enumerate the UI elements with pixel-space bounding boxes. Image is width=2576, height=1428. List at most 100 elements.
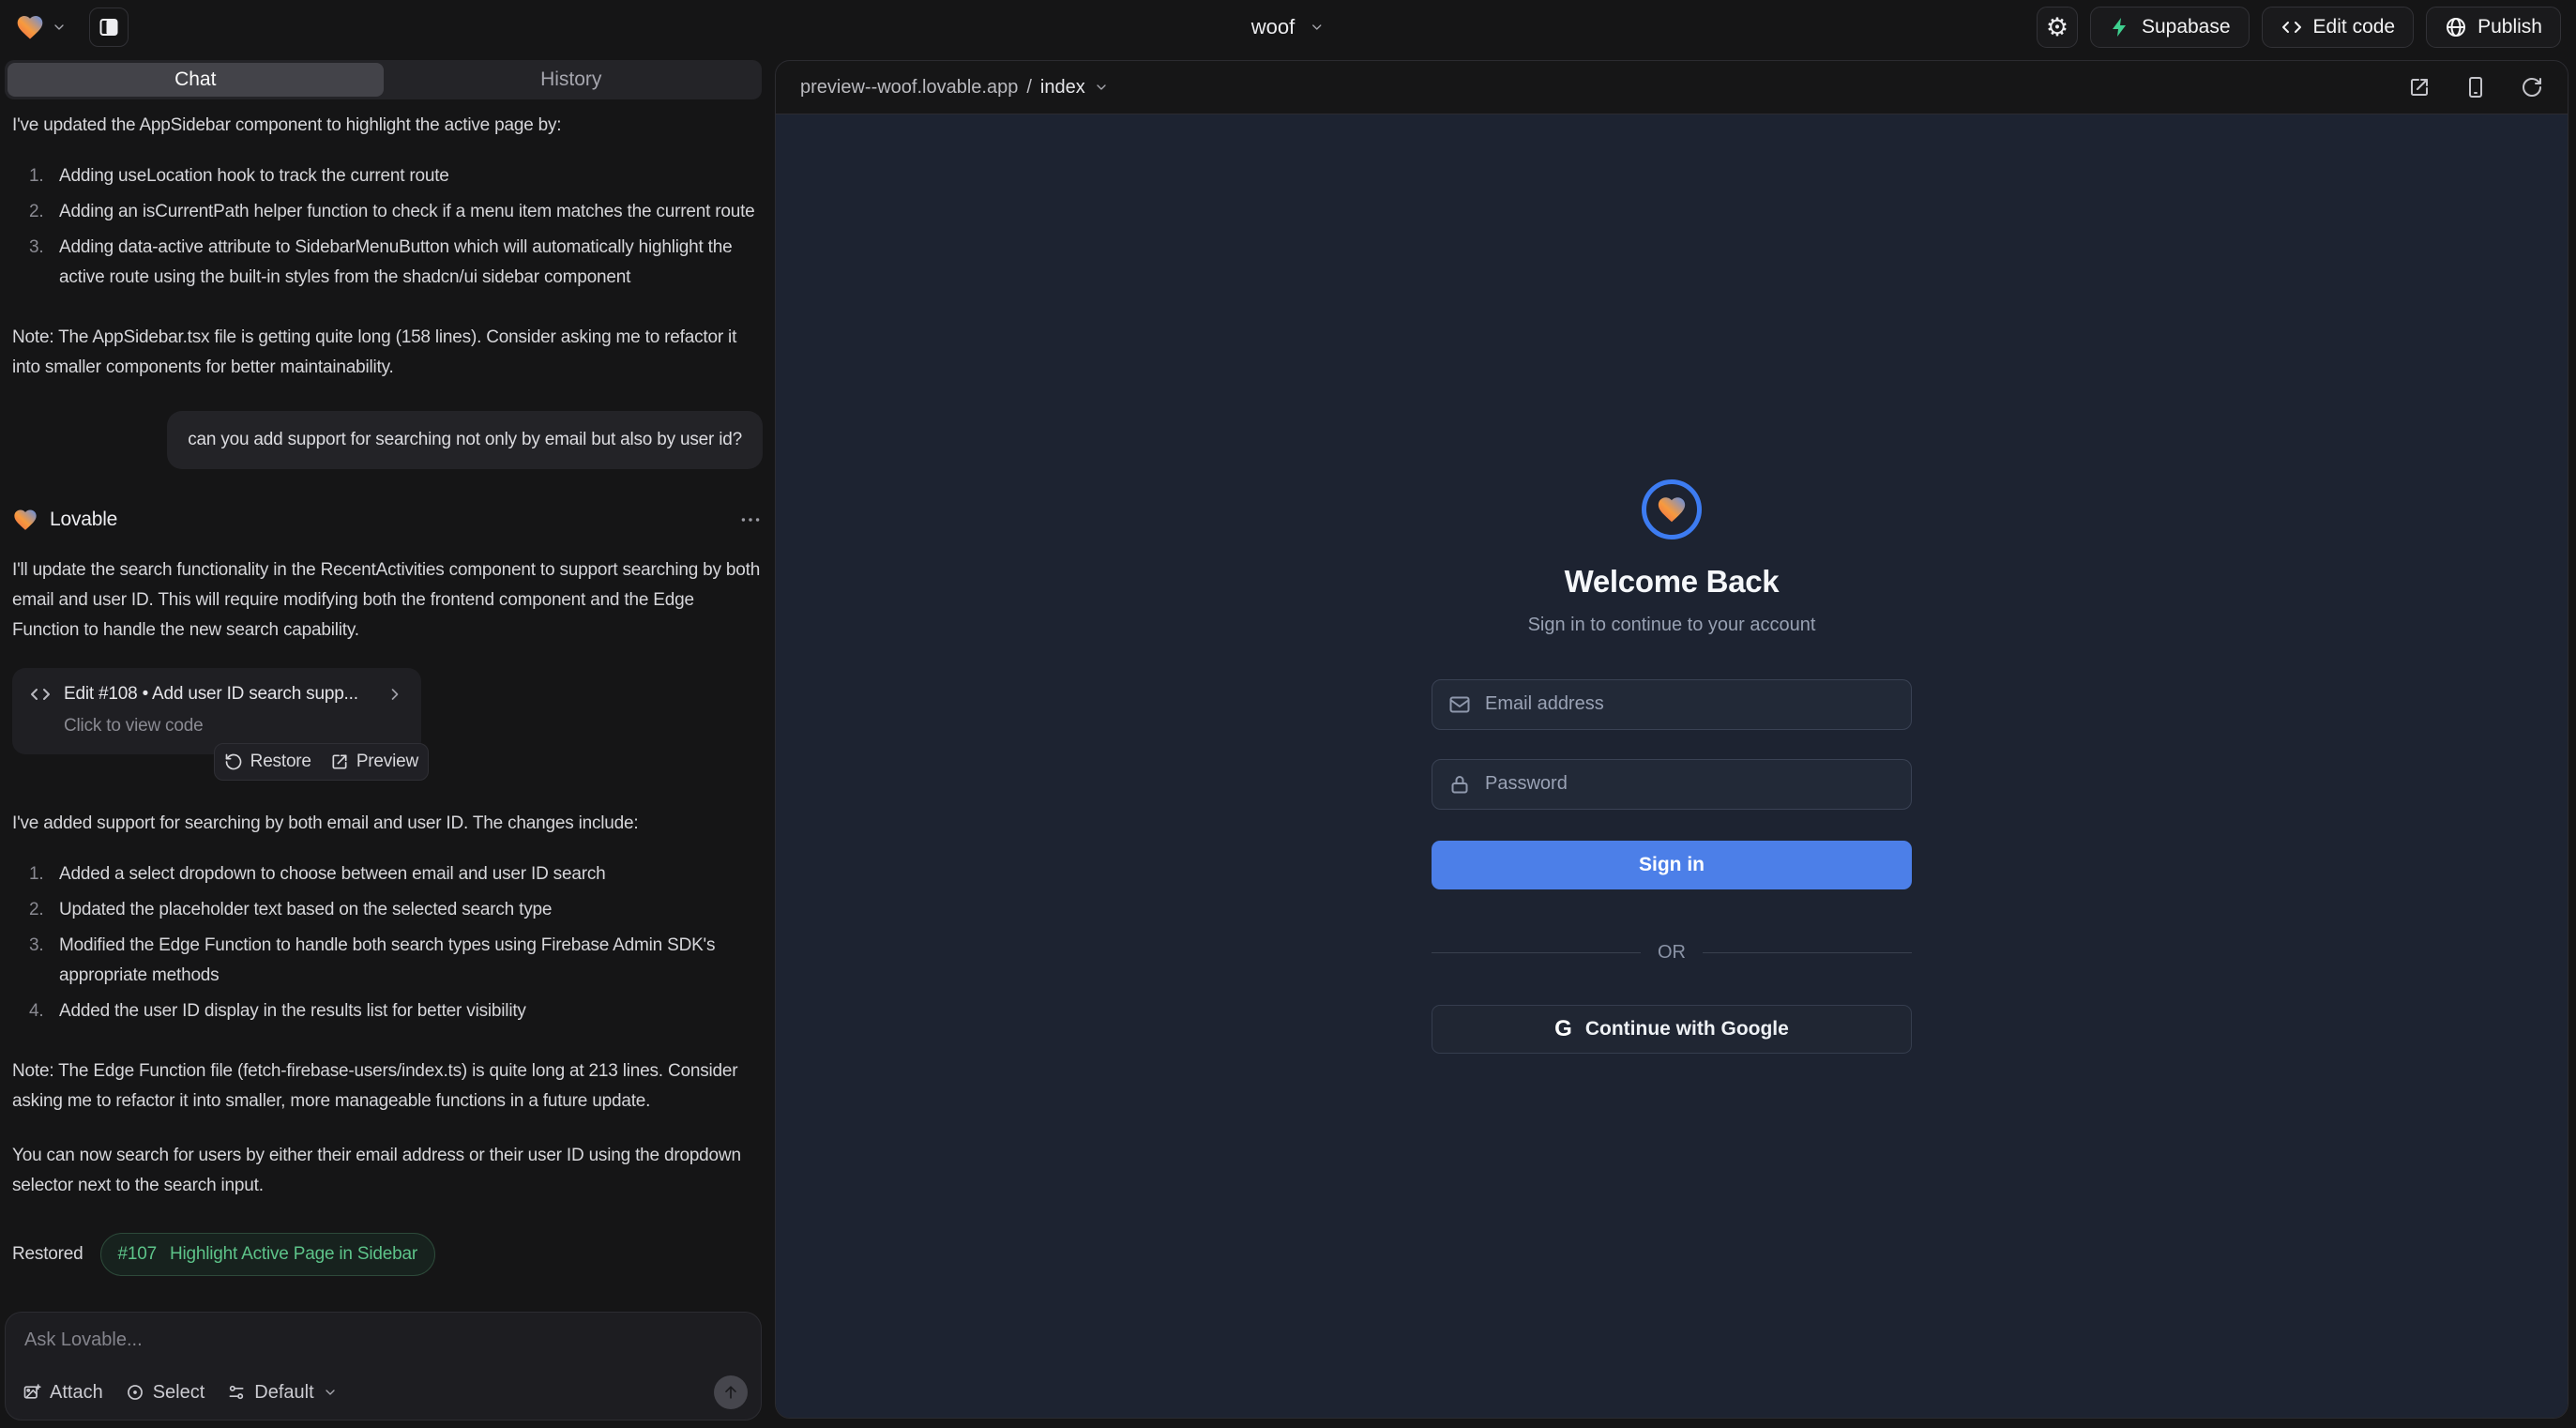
- restore-button[interactable]: Restore: [224, 747, 311, 777]
- version-number: #107: [118, 1239, 157, 1269]
- assistant-note: Note: The AppSidebar.tsx file is getting…: [12, 323, 763, 383]
- code-icon: [29, 683, 52, 706]
- send-button[interactable]: [714, 1375, 748, 1409]
- open-in-new-tab-icon[interactable]: [2408, 76, 2431, 99]
- chevron-right-icon: [386, 685, 404, 704]
- assistant-paragraph: You can now search for users by either t…: [12, 1141, 763, 1201]
- tab-chat[interactable]: Chat: [8, 63, 384, 97]
- google-label: Continue with Google: [1585, 1018, 1789, 1041]
- preview-label: Preview: [356, 747, 418, 777]
- divider-line: [1703, 952, 1912, 953]
- divider-line: [1432, 952, 1641, 953]
- chevron-down-icon: [1094, 80, 1109, 95]
- assistant-name: Lovable: [50, 505, 117, 535]
- list-item: Adding an isCurrentPath helper function …: [12, 197, 763, 227]
- list-item: Added the user ID display in the results…: [12, 996, 763, 1026]
- assistant-paragraph: I've updated the AppSidebar component to…: [12, 111, 763, 141]
- restore-icon: [224, 752, 243, 771]
- mode-label: Default: [254, 1382, 313, 1404]
- preview-panel: preview--woof.lovable.app / index We: [775, 60, 2568, 1419]
- sign-in-button[interactable]: Sign in: [1432, 841, 1912, 889]
- tab-history[interactable]: History: [384, 63, 760, 97]
- edit-card-subtitle: Click to view code: [64, 711, 404, 741]
- composer: Attach Select Default: [5, 1312, 762, 1420]
- restored-label: Restored: [12, 1239, 83, 1269]
- preview-button[interactable]: Preview: [330, 747, 418, 777]
- version-title: Highlight Active Page in Sidebar: [170, 1239, 417, 1269]
- mail-icon: [1448, 693, 1471, 716]
- select-label: Select: [153, 1382, 205, 1404]
- edit-card-actions: Restore Preview: [214, 743, 429, 781]
- select-button[interactable]: Select: [126, 1382, 205, 1404]
- preview-page: index: [1040, 77, 1085, 99]
- preview-domain: preview--woof.lovable.app: [800, 77, 1018, 99]
- edit-code-button[interactable]: Edit code: [2262, 7, 2415, 48]
- restored-row: Restored #107 Highlight Active Page in S…: [12, 1233, 763, 1276]
- refresh-icon[interactable]: [2521, 76, 2543, 99]
- restored-version-badge[interactable]: #107 Highlight Active Page in Sidebar: [100, 1233, 435, 1276]
- google-sign-in-button[interactable]: G Continue with Google: [1432, 1005, 1912, 1054]
- lovable-logo-menu[interactable]: [15, 12, 67, 42]
- chevron-down-icon[interactable]: [1310, 20, 1325, 35]
- sidebar-toggle-button[interactable]: [89, 8, 129, 47]
- list-item: Updated the placeholder text based on th…: [12, 895, 763, 925]
- assistant-header: Lovable: [12, 505, 763, 535]
- chat-input[interactable]: [24, 1329, 742, 1351]
- signin-card: Welcome Back Sign in to continue to your…: [1432, 479, 1912, 1054]
- page-title: Welcome Back: [1565, 564, 1780, 600]
- top-bar: woof ⚙ Supabase Edit code Publish: [0, 0, 2576, 54]
- model-mode-button[interactable]: Default: [227, 1382, 337, 1404]
- chat-messages: I've updated the AppSidebar component to…: [0, 105, 775, 1306]
- change-list: Adding useLocation hook to track the cur…: [12, 161, 763, 298]
- settings-button[interactable]: ⚙: [2037, 7, 2078, 48]
- assistant-note: Note: The Edge Function file (fetch-fire…: [12, 1056, 763, 1117]
- page-subtitle: Sign in to continue to your account: [1528, 615, 1816, 636]
- target-icon: [126, 1383, 144, 1402]
- preview-viewport: Welcome Back Sign in to continue to your…: [776, 114, 2568, 1418]
- or-divider: OR: [1432, 942, 1912, 964]
- chevron-down-icon: [323, 1385, 338, 1400]
- sliders-icon: [227, 1383, 246, 1402]
- external-link-icon: [330, 752, 349, 771]
- mobile-view-icon[interactable]: [2464, 76, 2487, 99]
- image-plus-icon: [23, 1383, 41, 1402]
- preview-header: preview--woof.lovable.app / index: [776, 61, 2568, 114]
- path-separator: /: [1026, 77, 1032, 99]
- lovable-heart-icon: [12, 507, 38, 533]
- email-field[interactable]: Email address: [1432, 679, 1912, 730]
- attach-button[interactable]: Attach: [23, 1382, 103, 1404]
- edit-code-label: Edit code: [2313, 16, 2396, 38]
- password-field[interactable]: Password: [1432, 759, 1912, 810]
- assistant-paragraph: I'll update the search functionality in …: [12, 555, 763, 646]
- google-icon: G: [1554, 1016, 1572, 1042]
- panel-icon: [98, 16, 120, 38]
- password-placeholder: Password: [1485, 773, 1568, 795]
- edit-version-card[interactable]: Edit #108 • Add user ID search supp... C…: [12, 668, 421, 754]
- attach-label: Attach: [50, 1382, 103, 1404]
- chevron-down-icon: [52, 20, 67, 35]
- chat-history-tabs: Chat History: [5, 60, 762, 99]
- user-message-bubble: can you add support for searching not on…: [167, 411, 763, 469]
- gear-icon: ⚙: [2046, 15, 2068, 40]
- list-item: Adding useLocation hook to track the cur…: [12, 161, 763, 191]
- supabase-button[interactable]: Supabase: [2090, 7, 2250, 48]
- list-item: Modified the Edge Function to handle bot…: [12, 931, 763, 991]
- more-options-icon[interactable]: [738, 508, 763, 532]
- email-placeholder: Email address: [1485, 693, 1604, 715]
- change-list: Added a select dropdown to choose betwee…: [12, 859, 763, 1032]
- list-item: Added a select dropdown to choose betwee…: [12, 859, 763, 889]
- code-icon: [2281, 16, 2303, 38]
- lovable-heart-icon: [15, 12, 45, 42]
- restore-label: Restore: [250, 747, 311, 777]
- edit-card-title: Edit #108 • Add user ID search supp...: [64, 679, 358, 709]
- app-logo: [1642, 479, 1702, 539]
- list-item: Adding data-active attribute to SidebarM…: [12, 233, 763, 293]
- supabase-label: Supabase: [2142, 16, 2231, 38]
- assistant-paragraph: I've added support for searching by both…: [12, 809, 763, 839]
- preview-url-selector[interactable]: preview--woof.lovable.app / index: [800, 77, 1109, 99]
- project-name: woof: [1251, 15, 1295, 39]
- publish-button[interactable]: Publish: [2426, 7, 2561, 48]
- heart-icon: [1656, 494, 1688, 525]
- divider-label: OR: [1658, 942, 1686, 964]
- chat-panel: Chat History I've updated the AppSidebar…: [0, 54, 775, 1428]
